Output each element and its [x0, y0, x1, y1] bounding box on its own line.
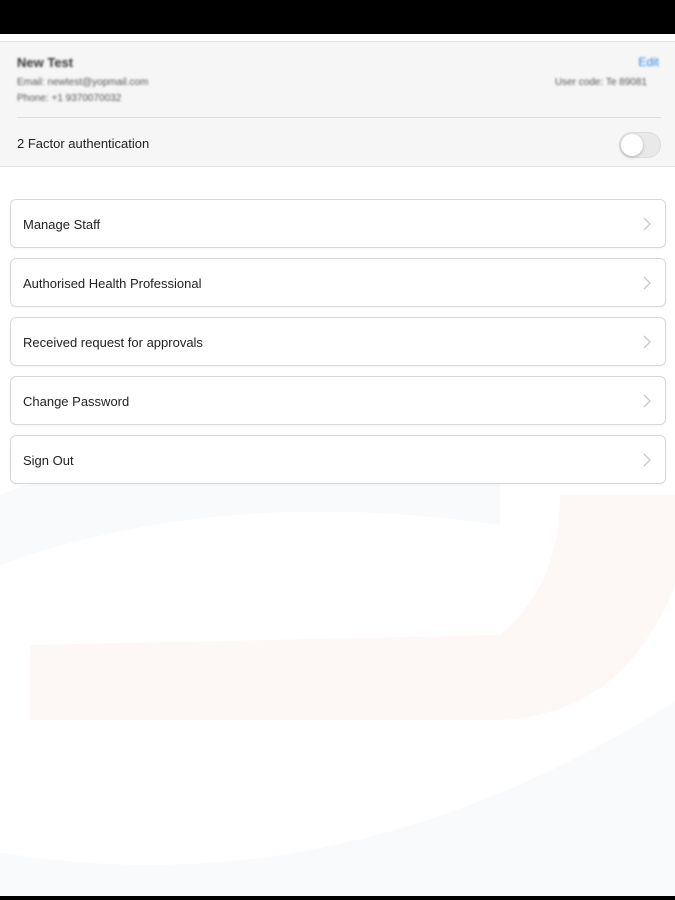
- user-code: User code: Te 89081: [554, 77, 647, 88]
- menu-item-label: Sign Out: [23, 453, 74, 468]
- toggle-knob: [621, 134, 643, 156]
- two-factor-label: 2 Factor authentication: [17, 136, 150, 151]
- user-email: Email: newtest@yopmail.com: [17, 77, 149, 88]
- profile-settings-screen: New Test Email: newtest@yopmail.com Phon…: [0, 0, 675, 900]
- user-name: New Test: [17, 55, 74, 70]
- menu-item-label: Change Password: [23, 394, 130, 409]
- menu-item-received-requests[interactable]: Received request for approvals: [10, 317, 666, 366]
- menu-item-manage-staff[interactable]: Manage Staff: [10, 199, 666, 248]
- divider: [17, 117, 661, 118]
- menu-item-label: Manage Staff: [23, 217, 101, 232]
- menu-item-label: Received request for approvals: [23, 335, 203, 350]
- settings-menu: Manage Staff Authorised Health Professio…: [10, 199, 666, 494]
- chevron-right-icon: [643, 335, 651, 349]
- menu-item-change-password[interactable]: Change Password: [10, 376, 666, 425]
- chevron-right-icon: [643, 276, 651, 290]
- user-phone: Phone: +1 9370070032: [17, 93, 122, 104]
- menu-item-authorised-health-professional[interactable]: Authorised Health Professional: [10, 258, 666, 307]
- bottom-edge: [0, 896, 675, 900]
- two-factor-toggle[interactable]: [619, 132, 661, 158]
- chevron-right-icon: [643, 394, 651, 408]
- menu-item-sign-out[interactable]: Sign Out: [10, 435, 666, 484]
- status-bar: [0, 0, 675, 34]
- edit-profile-link[interactable]: Edit: [638, 55, 659, 69]
- profile-card: New Test Email: newtest@yopmail.com Phon…: [0, 41, 675, 167]
- chevron-right-icon: [643, 217, 651, 231]
- menu-item-label: Authorised Health Professional: [23, 276, 202, 291]
- chevron-right-icon: [643, 453, 651, 467]
